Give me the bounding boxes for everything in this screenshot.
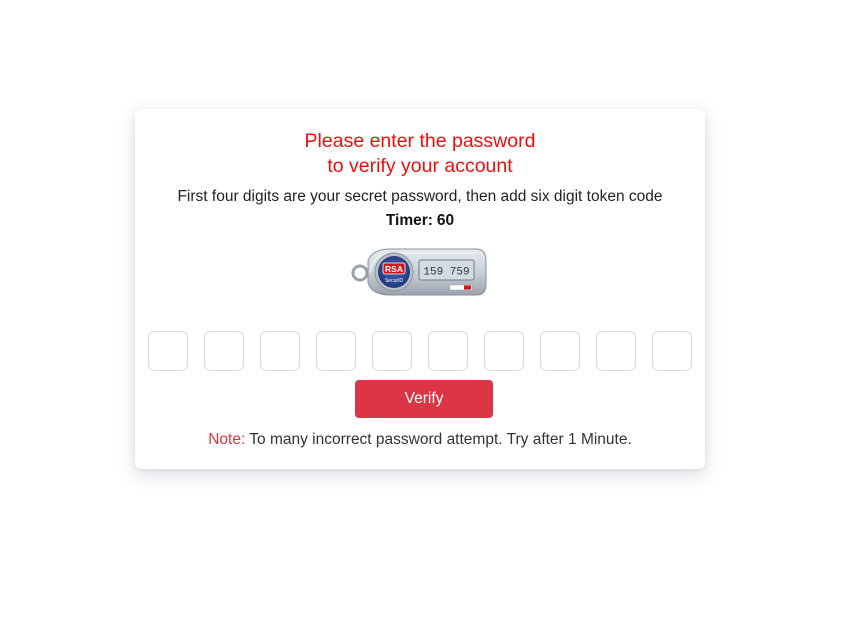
- digit-input-row: [148, 331, 693, 371]
- heading-line-1: Please enter the password: [304, 130, 536, 152]
- rsa-securid-token-image: RSA SecurID 159 759: [351, 248, 487, 296]
- timer: Timer: 60: [135, 211, 705, 231]
- token-display-code: 159 759: [423, 267, 469, 279]
- note-text: To many incorrect password attempt. Try …: [249, 431, 632, 448]
- digit-input-9[interactable]: [596, 331, 636, 371]
- digit-input-6[interactable]: [428, 331, 468, 371]
- verification-card: Please enter the password to verify your…: [135, 109, 705, 469]
- timer-label: Timer:: [385, 212, 433, 229]
- page-title: Please enter the password to verify your…: [135, 129, 705, 179]
- heading-line-2: to verify your account: [327, 155, 513, 177]
- digit-input-2[interactable]: [204, 331, 244, 371]
- note-message: Note: To many incorrect password attempt…: [135, 430, 705, 450]
- digit-input-1[interactable]: [148, 331, 188, 371]
- verify-button[interactable]: Verify: [355, 380, 493, 418]
- instruction-text: First four digits are your secret passwo…: [177, 188, 663, 205]
- digit-input-4[interactable]: [316, 331, 356, 371]
- digit-input-7[interactable]: [484, 331, 524, 371]
- token-brand: RSA: [385, 264, 403, 274]
- digit-input-10[interactable]: [652, 331, 692, 371]
- note-label: Note:: [208, 431, 246, 448]
- digit-input-3[interactable]: [260, 331, 300, 371]
- digit-input-5[interactable]: [372, 331, 412, 371]
- digit-input-8[interactable]: [540, 331, 580, 371]
- timer-value: 60: [436, 212, 455, 229]
- token-sub-brand: SecurID: [385, 278, 403, 284]
